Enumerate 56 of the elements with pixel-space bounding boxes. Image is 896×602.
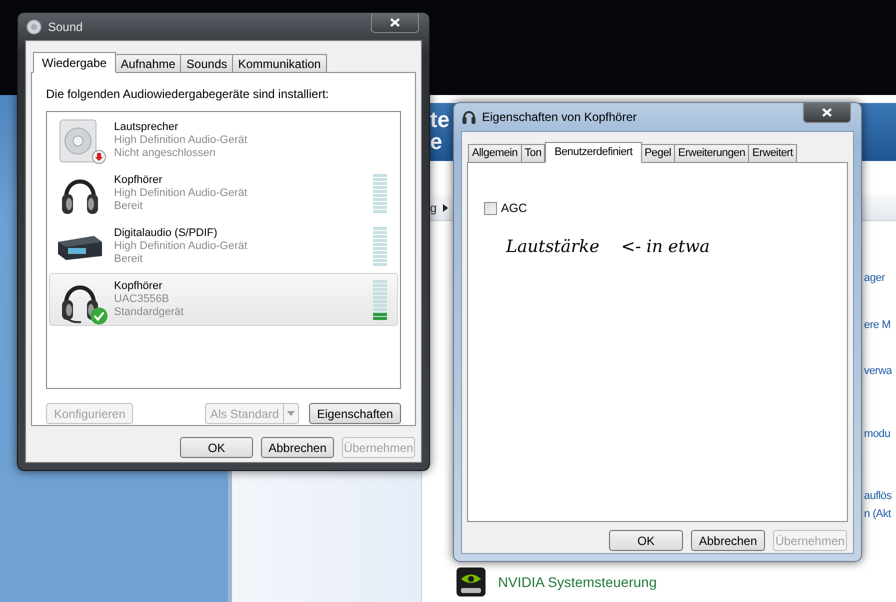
link-text[interactable]: n (Akt: [864, 506, 891, 522]
description-text: Die folgenden Audiowiedergabegeräte sind installiert:: [46, 86, 330, 103]
device-driver: High Definition Audio-Gerät: [114, 240, 248, 253]
dialog-button[interactable]: Abbrechen: [261, 437, 334, 458]
nvidia-icon[interactable]: [456, 567, 486, 597]
device-name: Lautsprecher: [114, 121, 178, 134]
device-status: Nicht angeschlossen: [114, 147, 216, 160]
device-row[interactable]: Digitalaudio (S/PDIF) High Definition Audio-Gerät Bereit: [49, 220, 398, 273]
breadcrumb-text: g: [430, 200, 437, 216]
device-status: Bereit: [114, 253, 143, 266]
close-button[interactable]: [371, 13, 419, 33]
tab[interactable]: Ton: [520, 144, 546, 162]
speaker-app-icon: [26, 18, 42, 34]
caret-icon: [286, 411, 295, 416]
device-row[interactable]: Kopfhörer High Definition Audio-Gerät Bereit: [49, 167, 398, 220]
device-row[interactable]: Lautsprecher High Definition Audio-Gerät Nicht angeschlossen: [49, 114, 398, 167]
link-text[interactable]: verwa: [864, 363, 892, 380]
handwritten-note: Lautstärke <- in etwa: [506, 236, 710, 259]
link-text[interactable]: auflös: [864, 488, 892, 504]
tab[interactable]: Aufnahme: [114, 54, 182, 72]
link-text[interactable]: modu: [864, 426, 890, 442]
device-row[interactable]: Kopfhörer UAC3556B Standardgerät: [49, 273, 398, 326]
device-status: Standardgerät: [114, 306, 184, 319]
device-driver: High Definition Audio-Gerät: [114, 187, 248, 200]
headset-icon: [462, 109, 476, 125]
dialog-button[interactable]: OK: [180, 437, 253, 458]
agc-checkbox[interactable]: [484, 202, 497, 214]
tab[interactable]: Allgemein: [468, 144, 522, 162]
action-button[interactable]: Eigenschaften: [308, 403, 401, 424]
device-status: Bereit: [114, 200, 143, 213]
tab[interactable]: Benutzerdefiniert: [545, 142, 642, 163]
tab[interactable]: Pegel: [640, 144, 676, 162]
tab[interactable]: Sounds: [180, 54, 234, 72]
link-text[interactable]: ere M: [864, 317, 891, 334]
close-icon: [822, 108, 832, 117]
dialog-button[interactable]: Abbrechen: [691, 530, 765, 551]
window-title: Eigenschaften von Kopfhörer: [482, 109, 637, 126]
close-icon: [390, 18, 400, 27]
header-text: te: [430, 109, 450, 131]
tab[interactable]: Erweiterungen: [674, 144, 750, 162]
device-driver: UAC3556B: [114, 293, 170, 306]
device-name: Kopfhörer: [114, 174, 162, 187]
device-name: Kopfhörer: [114, 280, 162, 293]
close-button[interactable]: [803, 103, 851, 123]
nvidia-link[interactable]: NVIDIA Systemsteuerung: [498, 572, 657, 592]
link-text[interactable]: ager: [864, 270, 885, 286]
agc-label: AGC: [501, 200, 528, 217]
dialog-button[interactable]: OK: [609, 530, 683, 551]
device-name: Digitalaudio (S/PDIF): [114, 227, 218, 240]
window-title: Sound: [48, 18, 83, 36]
tab[interactable]: Kommunikation: [232, 54, 327, 72]
tab[interactable]: Wiedergabe: [33, 52, 116, 73]
chevron-right-icon: [442, 204, 448, 212]
tab[interactable]: Erweitert: [748, 144, 797, 162]
header-text: e: [430, 131, 442, 153]
device-driver: High Definition Audio-Gerät: [114, 134, 248, 147]
